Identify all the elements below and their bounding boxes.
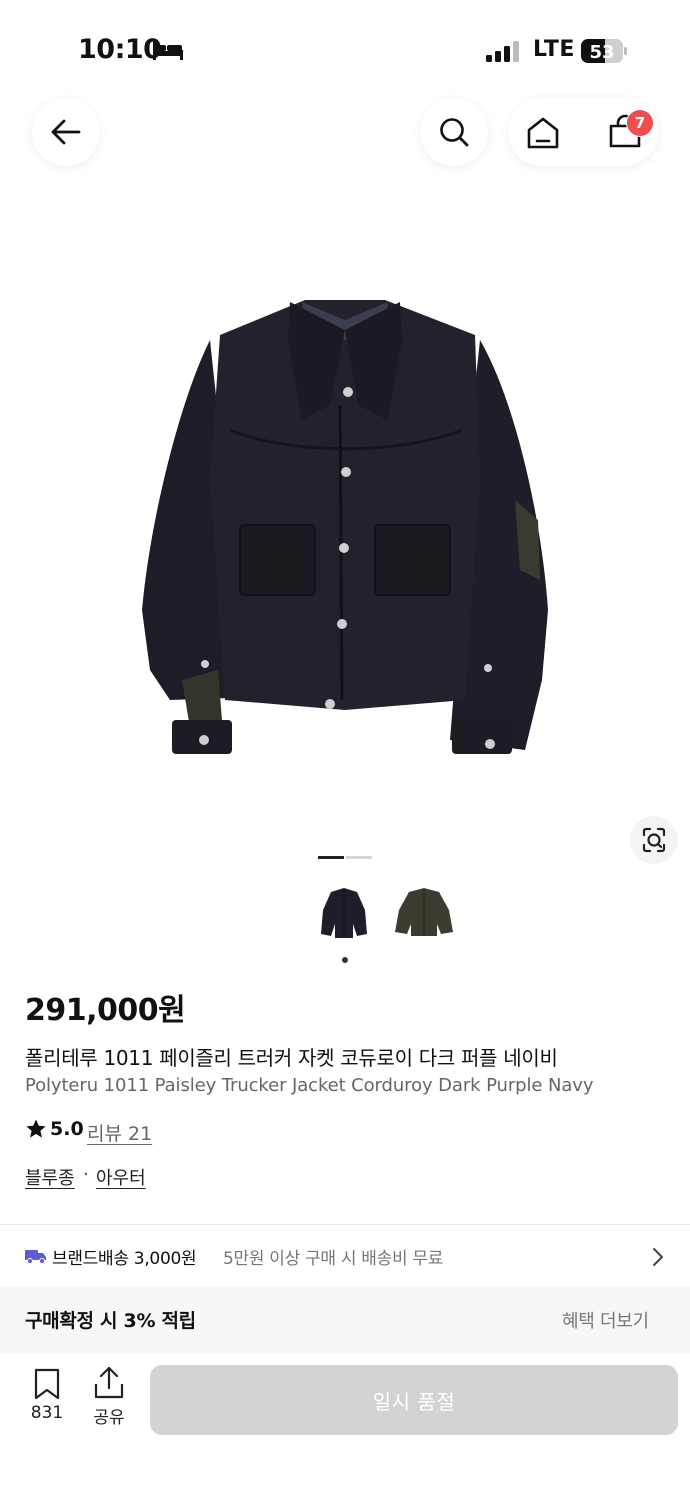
- home-button[interactable]: [522, 112, 564, 154]
- rating-value: 5.0: [50, 1118, 84, 1140]
- back-button[interactable]: [32, 98, 100, 166]
- category-link-blouson[interactable]: 블루종: [25, 1164, 75, 1190]
- bookmark-button[interactable]: [32, 1368, 62, 1400]
- shipping-free-condition: 5만원 이상 구매 시 배송비 무료: [223, 1249, 444, 1269]
- star-icon: [26, 1119, 46, 1138]
- product-rating: 5.0: [25, 1118, 84, 1140]
- product-name-english: Polyteru 1011 Paisley Trucker Jacket Cor…: [25, 1075, 594, 1096]
- points-benefit: 구매확정 시 3% 적립: [25, 1310, 196, 1332]
- chevron-right-icon[interactable]: [650, 1246, 666, 1268]
- sold-out-button[interactable]: 일시 품절: [150, 1365, 678, 1435]
- battery-icon: 53: [581, 39, 627, 63]
- share-button[interactable]: [92, 1366, 126, 1400]
- category-link-outer[interactable]: 아우터: [96, 1164, 146, 1190]
- visual-search-button[interactable]: [630, 816, 678, 864]
- selected-thumbnail-dot: [342, 957, 348, 963]
- cart-count-badge: 7: [626, 109, 654, 137]
- share-label: 공유: [93, 1408, 125, 1428]
- network-type: LTE: [533, 37, 575, 62]
- search-button[interactable]: [420, 98, 488, 166]
- shipping-fee[interactable]: 브랜드배송 3,000원: [52, 1244, 197, 1269]
- category-separator: ·: [83, 1164, 89, 1185]
- bookmark-count: 831: [30, 1403, 64, 1423]
- cellular-signal-icon: [486, 41, 519, 62]
- color-thumbnail-navy[interactable]: [317, 884, 371, 944]
- search-icon: [440, 118, 469, 147]
- battery-level: 53: [589, 42, 614, 63]
- status-time: 10:10: [78, 34, 162, 65]
- color-thumbnail-olive[interactable]: [391, 884, 457, 944]
- image-pager-inactive: [346, 856, 372, 859]
- image-pager-active: [318, 856, 344, 859]
- review-link[interactable]: 리뷰 21: [87, 1119, 152, 1146]
- benefit-more-link[interactable]: 혜택 더보기: [562, 1307, 649, 1333]
- product-image[interactable]: [130, 280, 560, 780]
- truck-icon: [25, 1250, 46, 1264]
- section-divider: [0, 1224, 690, 1225]
- product-price: 291,000원: [25, 993, 186, 1028]
- arrow-left-icon: [51, 119, 81, 145]
- product-name-korean: 폴리테루 1011 페이즐리 트러커 자켓 코듀로이 다크 퍼플 네이비: [25, 1046, 558, 1070]
- sleep-focus-icon: [153, 42, 183, 60]
